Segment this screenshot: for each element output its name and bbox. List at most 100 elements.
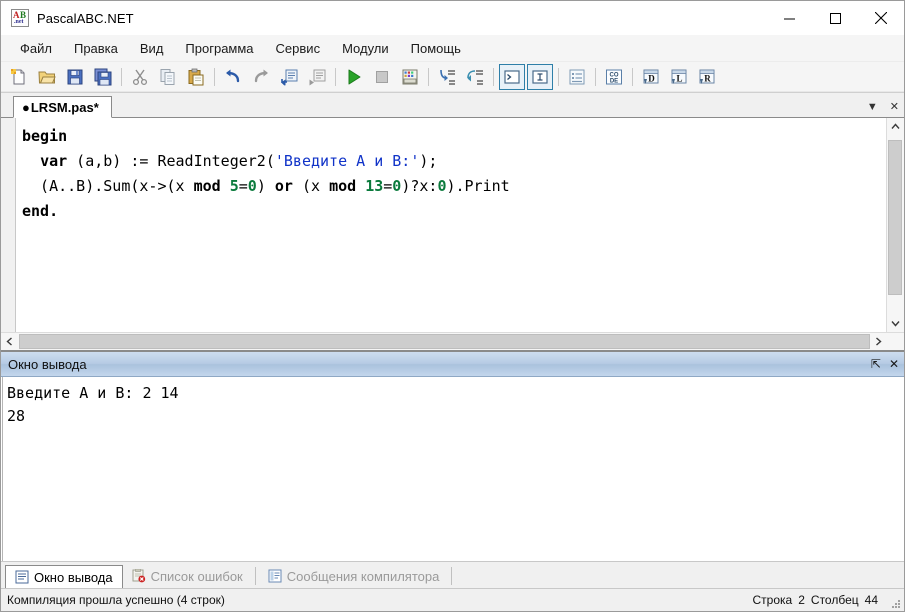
code-editor-body: begin var (a,b) := ReadInteger2('Введите… <box>1 118 904 332</box>
close-tab-icon[interactable]: ✕ <box>887 100 902 114</box>
menu-item-modules[interactable]: Модули <box>331 38 400 59</box>
window-title: PascalABC.NET <box>37 10 134 26</box>
compiler-messages-icon <box>268 569 282 583</box>
code-token: or <box>274 177 293 195</box>
code-token: (A..B).Sum(x->(x <box>22 177 194 195</box>
bottom-tab-label: Сообщения компилятора <box>286 568 440 584</box>
chevron-down-icon[interactable]: ▼ <box>864 100 881 114</box>
debug-d-icon[interactable]: D <box>638 64 664 90</box>
code-token: end. <box>22 202 59 220</box>
caret-position: Строка 2 Столбец 44 <box>753 593 878 607</box>
code-editor: begin var (a,b) := ReadInteger2('Введите… <box>1 118 904 350</box>
cut-icon[interactable] <box>127 64 153 90</box>
paste-icon[interactable] <box>183 64 209 90</box>
pin-icon[interactable]: ⇱ <box>871 357 881 371</box>
code-token: (a,b) := ReadInteger2( <box>67 152 275 170</box>
new-file-icon[interactable] <box>6 64 32 90</box>
console-window-icon[interactable] <box>499 64 525 90</box>
pascalabc-main-window: A B .net PascalABC.NET Файл Правка Вид П… <box>0 0 905 612</box>
modified-dot-icon: ● <box>22 99 30 115</box>
debug-r-icon[interactable]: R <box>694 64 720 90</box>
menu-item-file[interactable]: Файл <box>9 38 63 59</box>
bottom-tab-label: Список ошибок <box>150 568 243 584</box>
svg-text:L: L <box>676 74 682 84</box>
main-toolbar: CO DE D L R <box>1 62 904 93</box>
bottom-tab-separator <box>451 567 453 585</box>
toolbar-separator <box>632 68 633 86</box>
code-token: 5 <box>229 177 239 195</box>
maximize-button[interactable] <box>812 1 858 35</box>
bottom-tab-output-window[interactable]: Окно вывода <box>5 565 123 589</box>
editor-tab-label: LRSM.pas* <box>30 99 99 115</box>
open-file-icon[interactable] <box>34 64 60 90</box>
code-line: end. <box>22 199 886 224</box>
output-panel-title: Окно вывода <box>8 356 87 372</box>
editor-gutter <box>1 118 16 332</box>
build-icon[interactable] <box>397 64 423 90</box>
scroll-left-icon[interactable] <box>1 333 18 350</box>
minimize-button[interactable] <box>766 1 812 35</box>
code-token: 13 <box>365 177 384 195</box>
close-button[interactable] <box>858 1 904 35</box>
code-text-area[interactable]: begin var (a,b) := ReadInteger2('Введите… <box>16 118 886 332</box>
bottom-tab-error-list[interactable]: Список ошибок <box>123 564 252 588</box>
toolbar-separator <box>558 68 559 86</box>
code-token: var <box>40 152 68 170</box>
menu-item-view[interactable]: Вид <box>129 38 175 59</box>
debug-l-icon[interactable]: L <box>666 64 692 90</box>
app-logo-icon: A B .net <box>11 9 29 27</box>
toolbar-separator <box>121 68 122 86</box>
scroll-down-icon[interactable] <box>887 315 904 332</box>
svg-text:DE: DE <box>610 78 618 84</box>
menu-item-service[interactable]: Сервис <box>265 38 332 59</box>
bottom-tab-bar: Окно вывода Список ошибок Сообщения комп… <box>1 561 904 589</box>
stop-icon[interactable] <box>369 64 395 90</box>
step-over-icon[interactable] <box>462 64 488 90</box>
code-token: (x <box>292 177 330 195</box>
save-file-icon[interactable] <box>62 64 88 90</box>
error-list-icon <box>132 569 146 583</box>
tab-strip-lead <box>1 93 13 117</box>
toolbar-separator <box>428 68 429 86</box>
menu-item-help[interactable]: Помощь <box>400 38 472 59</box>
toolbar-separator <box>595 68 596 86</box>
editor-tab-lrsm-pas[interactable]: ● LRSM.pas* <box>13 96 112 118</box>
bottom-tab-compiler-messages[interactable]: Сообщения компилятора <box>259 564 449 588</box>
code-token: ).Print <box>446 177 510 195</box>
input-cursor-icon[interactable] <box>527 64 553 90</box>
line-label: Строка <box>752 593 793 607</box>
vertical-scroll-thumb[interactable] <box>888 140 902 295</box>
code-token: 'Введите А и В:' <box>274 152 420 170</box>
line-value: 2 <box>798 593 805 607</box>
run-icon[interactable] <box>341 64 367 90</box>
uncomment-icon[interactable] <box>304 64 330 90</box>
redo-icon[interactable] <box>248 64 274 90</box>
editor-vertical-scrollbar[interactable] <box>886 118 904 332</box>
editor-horizontal-scrollbar[interactable] <box>1 332 904 350</box>
step-into-icon[interactable] <box>434 64 460 90</box>
resize-grip-icon[interactable] <box>890 598 900 608</box>
save-all-icon[interactable] <box>90 64 116 90</box>
output-window-icon <box>15 570 29 584</box>
scroll-up-icon[interactable] <box>887 118 904 135</box>
code-token: 0 <box>392 177 402 195</box>
menu-item-program[interactable]: Программа <box>174 38 264 59</box>
code-line: begin <box>22 124 886 149</box>
menu-item-edit[interactable]: Правка <box>63 38 129 59</box>
output-text[interactable]: Введите А и В: 2 14 28 <box>2 377 903 561</box>
copy-icon[interactable] <box>155 64 181 90</box>
close-panel-icon[interactable]: ✕ <box>889 357 899 371</box>
scroll-right-icon[interactable] <box>870 333 887 350</box>
output-panel-header: Окно вывода ⇱ ✕ <box>1 352 904 377</box>
list-icon[interactable] <box>564 64 590 90</box>
horizontal-scroll-thumb[interactable] <box>19 334 870 349</box>
undo-icon[interactable] <box>220 64 246 90</box>
code-token: = <box>383 177 393 195</box>
code-icon[interactable]: CO DE <box>601 64 627 90</box>
comment-icon[interactable] <box>276 64 302 90</box>
code-token: ); <box>419 152 438 170</box>
column-label: Столбец <box>810 593 859 607</box>
toolbar-separator <box>335 68 336 86</box>
code-token: 0 <box>247 177 257 195</box>
